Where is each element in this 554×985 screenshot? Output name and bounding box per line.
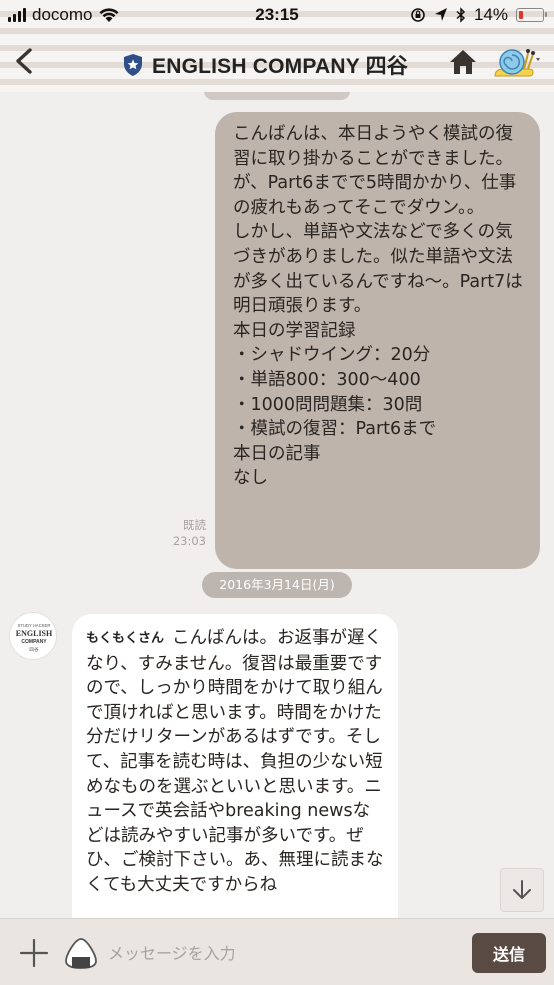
message-time: 23:03 (172, 534, 206, 548)
avatar[interactable]: STUDY HACKER ENGLISH COMPANY 四谷 (9, 612, 57, 660)
scroll-down-button[interactable] (500, 868, 544, 912)
incoming-message-bubble[interactable]: もくもくさん こんばんは。お返事が遅くなり、すみません。復習は最重要ですので、しっ… (72, 614, 398, 918)
avatar-line1: STUDY HACKER (18, 623, 51, 628)
avatar-line3: COMPANY (21, 639, 47, 645)
incoming-message-text: こんばんは。お返事が遅くなり、すみません。復習は最重要ですので、しっかり時間をか… (86, 628, 384, 895)
battery-icon (516, 8, 547, 22)
avatar-line4: 四谷 (29, 646, 39, 653)
send-button[interactable]: 送信 (472, 933, 546, 973)
official-shield-icon (124, 54, 142, 76)
read-label: 既読 (183, 518, 206, 532)
chat-area[interactable]: こんばんは、本日ようやく模試の復習に取り掛かることができました。が、Part6ま… (0, 92, 554, 918)
bluetooth-icon (456, 7, 466, 23)
rotation-lock-icon (411, 8, 425, 22)
home-icon[interactable] (448, 48, 478, 76)
chat-title-text: ENGLISH COMPANY 四谷 (152, 55, 409, 78)
caret-down-icon (536, 58, 540, 61)
nav-bar: ENGLISH COMPANY 四谷 (0, 34, 554, 90)
plus-icon[interactable] (18, 937, 50, 969)
avatar-line2: ENGLISH (16, 629, 53, 638)
header: docomo 23:15 14% ENGLISH COMPANY 四谷 (0, 0, 554, 92)
snail-icon[interactable] (492, 42, 544, 82)
outgoing-message-bubble[interactable]: こんばんは、本日ようやく模試の復習に取り掛かることができました。が、Part6ま… (215, 112, 540, 569)
avatar-logo: STUDY HACKER ENGLISH COMPANY 四谷 (16, 623, 53, 653)
date-divider-partial (204, 92, 350, 100)
onigiri-sticker-icon[interactable] (63, 935, 99, 971)
status-right: 14% (410, 5, 547, 25)
status-bar: docomo 23:15 14% (0, 0, 554, 32)
back-chevron-icon[interactable] (8, 44, 42, 78)
input-bar: 送信 (0, 918, 554, 985)
message-input[interactable] (108, 935, 458, 971)
battery-percent: 14% (473, 5, 508, 24)
location-icon (434, 8, 447, 21)
read-receipt: 既読 23:03 (150, 517, 206, 549)
chat-title: ENGLISH COMPANY 四谷 (122, 50, 408, 80)
sender-name: もくもくさん (86, 631, 165, 646)
date-divider: 2016年3月14日(月) (202, 572, 352, 598)
arrow-down-icon (513, 880, 531, 899)
